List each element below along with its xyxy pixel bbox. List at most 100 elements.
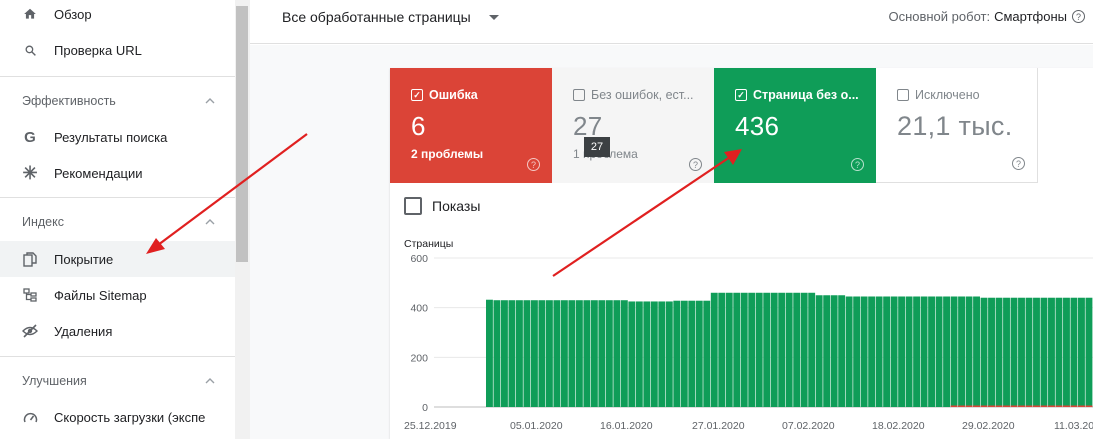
chart-bar[interactable] — [1070, 405, 1078, 407]
sidebar-item-search-results[interactable]: G Результаты поиска — [0, 119, 235, 155]
tile-excluded[interactable]: Исключено 21,1 тыс. ? — [876, 68, 1038, 183]
chart-bar[interactable] — [1025, 405, 1033, 407]
help-icon[interactable]: ? — [689, 158, 702, 171]
chart-bar[interactable] — [793, 292, 801, 407]
chart-bar[interactable] — [823, 295, 831, 407]
help-icon[interactable]: ? — [851, 158, 864, 171]
chart-bar[interactable] — [875, 296, 883, 407]
chart-bar[interactable] — [920, 296, 928, 407]
pages-filter-dropdown[interactable]: Все обработанные страницы — [282, 9, 499, 25]
chart-bar[interactable] — [853, 296, 861, 407]
chart-bar[interactable] — [883, 296, 891, 407]
chart-bar[interactable] — [680, 300, 688, 407]
section-index[interactable]: Индекс — [0, 204, 235, 240]
chart-bar[interactable] — [590, 300, 598, 407]
chart-bar[interactable] — [1018, 297, 1025, 407]
sidebar-item-recommendations[interactable]: ✳ Рекомендации — [0, 155, 235, 191]
chart-bar[interactable] — [980, 405, 988, 407]
chart-bar[interactable] — [973, 405, 980, 407]
chart-bar[interactable] — [1085, 405, 1093, 407]
tile-valid-with-warnings[interactable]: Без ошибок, ест... 27 1 проблема ? — [552, 68, 714, 183]
chart-bar[interactable] — [815, 295, 823, 407]
chart-bar[interactable] — [523, 300, 531, 407]
chart-bar[interactable] — [530, 300, 538, 407]
checkbox-checked-icon[interactable]: ✓ — [735, 89, 747, 101]
chart-bar[interactable] — [995, 297, 1003, 407]
sidebar-item-sitemaps[interactable]: Файлы Sitemap — [0, 277, 235, 313]
chart-bar[interactable] — [1085, 297, 1093, 407]
chart-bar[interactable] — [515, 300, 523, 407]
chart-bar[interactable] — [1055, 405, 1063, 407]
sidebar-item-speed[interactable]: Скорость загрузки (экспе — [0, 399, 235, 435]
checkbox-unchecked-icon[interactable] — [897, 89, 909, 101]
help-icon[interactable]: ? — [1012, 157, 1025, 170]
chart-bar[interactable] — [988, 297, 995, 407]
chart-bar[interactable] — [973, 296, 980, 407]
chart-bar[interactable] — [1025, 297, 1033, 407]
chart-bar[interactable] — [958, 296, 966, 407]
chart-bar[interactable] — [1048, 297, 1055, 407]
chart-bar[interactable] — [613, 300, 621, 407]
chart-bar[interactable] — [553, 300, 561, 407]
chart-bar[interactable] — [628, 301, 636, 407]
chart-bar[interactable] — [988, 405, 995, 407]
chart-bar[interactable] — [770, 292, 778, 407]
chart-bar[interactable] — [695, 300, 703, 407]
chart-bar[interactable] — [928, 296, 936, 407]
chart-bar[interactable] — [800, 292, 808, 407]
chart-bar[interactable] — [688, 300, 696, 407]
chart-bar[interactable] — [763, 292, 771, 407]
chart-bar[interactable] — [575, 300, 583, 407]
sidebar-item-coverage[interactable]: Покрытие — [0, 241, 235, 277]
chart-bar[interactable] — [868, 296, 876, 407]
chart-bar[interactable] — [658, 301, 666, 407]
chart-bar[interactable] — [740, 292, 748, 407]
chart-bar[interactable] — [673, 300, 681, 407]
chart-bar[interactable] — [860, 296, 868, 407]
chart-bar[interactable] — [950, 296, 958, 407]
chart-bar[interactable] — [665, 301, 673, 407]
tile-valid[interactable]: ✓ Страница без о... 436 ? — [714, 68, 876, 183]
sidebar-item-overview[interactable]: Обзор — [0, 0, 235, 32]
chart-bar[interactable] — [965, 405, 973, 407]
chart-bar[interactable] — [808, 292, 816, 407]
section-enhancements[interactable]: Улучшения — [0, 363, 235, 399]
chart-bar[interactable] — [500, 300, 508, 407]
chart-bar[interactable] — [1010, 405, 1018, 407]
chart-bar[interactable] — [950, 405, 958, 407]
chart-bar[interactable] — [958, 405, 966, 407]
chart-bar[interactable] — [650, 301, 658, 407]
chart-bar[interactable] — [560, 300, 568, 407]
tile-error[interactable]: ✓ Ошибка 6 2 проблемы ? — [390, 68, 552, 183]
chart-bar[interactable] — [943, 296, 951, 407]
chart-bar[interactable] — [1070, 297, 1078, 407]
chart-bar[interactable] — [1078, 297, 1085, 407]
chart-bar[interactable] — [890, 296, 898, 407]
chart-bar[interactable] — [733, 292, 741, 407]
help-icon[interactable]: ? — [1072, 10, 1085, 23]
chart-bar[interactable] — [1033, 405, 1040, 407]
chart-bar[interactable] — [913, 296, 921, 407]
chart-bar[interactable] — [718, 292, 726, 407]
chart-bar[interactable] — [1040, 297, 1048, 407]
chart-bar[interactable] — [1003, 297, 1010, 407]
chart-bar[interactable] — [635, 301, 643, 407]
chart-bar[interactable] — [838, 295, 846, 407]
chart-bar[interactable] — [1063, 405, 1070, 407]
chart-bar[interactable] — [583, 300, 591, 407]
chart-bar[interactable] — [643, 301, 651, 407]
chart-bar[interactable] — [703, 300, 711, 407]
chart-bar[interactable] — [830, 295, 838, 407]
checkbox-unchecked-icon[interactable] — [404, 197, 422, 215]
help-icon[interactable]: ? — [527, 158, 540, 171]
chart-bar[interactable] — [1040, 405, 1048, 407]
chart-bar[interactable] — [545, 300, 553, 407]
checkbox-unchecked-icon[interactable] — [573, 89, 585, 101]
chart-bar[interactable] — [1033, 297, 1040, 407]
chart-bar[interactable] — [508, 300, 516, 407]
chart-bar[interactable] — [785, 292, 793, 407]
chart-bar[interactable] — [486, 299, 493, 407]
chart-bar[interactable] — [598, 300, 606, 407]
chart-bar[interactable] — [493, 300, 501, 407]
sidebar-item-removals[interactable]: Удаления — [0, 313, 235, 349]
